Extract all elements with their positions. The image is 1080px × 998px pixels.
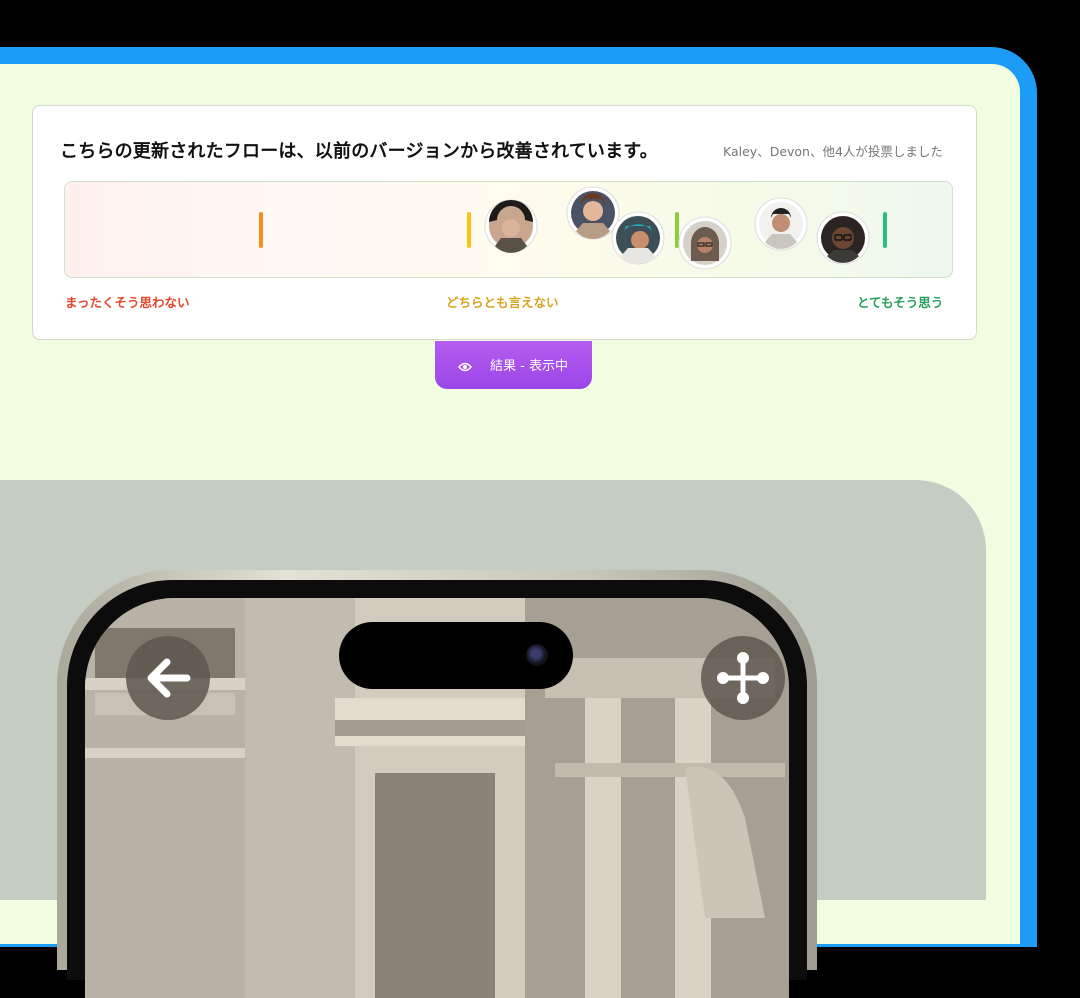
- results-tab-label: 結果 - 表示中: [490, 359, 568, 374]
- avatar[interactable]: [816, 211, 870, 265]
- arrow-left-icon: [147, 658, 191, 698]
- scale-label-left: まったくそう思わない: [65, 295, 190, 310]
- voters-note: Kaley、Devon、他4人が投票しました: [723, 144, 943, 159]
- eye-icon: [458, 362, 472, 372]
- move-button[interactable]: [701, 636, 785, 720]
- rating-scale[interactable]: [64, 181, 953, 278]
- avatar[interactable]: [611, 211, 665, 265]
- scale-label-right: とてもそう思う: [857, 295, 944, 310]
- avatar[interactable]: [754, 197, 808, 251]
- avatar[interactable]: [566, 186, 620, 240]
- poll-question: こちらの更新されたフローは、以前のバージョンから改善されています。: [60, 141, 658, 162]
- back-button[interactable]: [126, 636, 210, 720]
- avatar[interactable]: [484, 199, 538, 253]
- move-arrows-icon: [717, 652, 769, 704]
- scale-label-middle: どちらとも言えない: [446, 295, 559, 310]
- avatar[interactable]: [678, 216, 732, 270]
- camera-lens: [526, 644, 548, 666]
